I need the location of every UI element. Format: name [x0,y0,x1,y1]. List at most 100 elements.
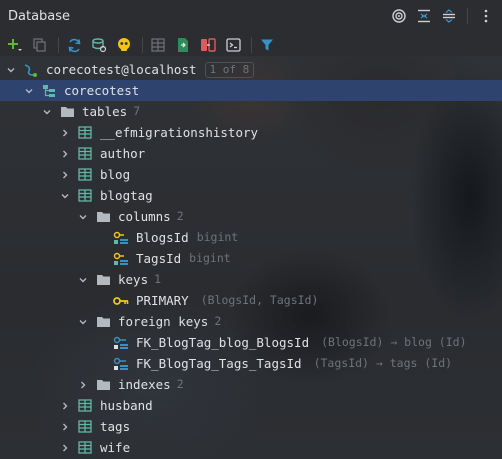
tree-row-fk-blog[interactable]: FK_BlogTag_blog_BlogsId (BlogsId) → blog… [0,332,502,353]
tree-row-table-husband[interactable]: husband [0,395,502,416]
tree-row-key-primary[interactable]: PRIMARY (BlogsId, TagsId) [0,290,502,311]
primary-key-icon [113,293,129,309]
connection-schemas-badge[interactable]: 1 of 8 [204,61,255,78]
foreign-keys-count: 2 [214,314,222,328]
column-type: bigint [196,230,239,244]
target-icon[interactable] [389,6,409,26]
tree-row-table-tags[interactable]: tags [0,416,502,437]
tree-row-database[interactable]: corecotest [0,80,502,101]
foreign-key-reference: (BlogsId) → blog (Id) [321,335,467,349]
schema-icon[interactable] [88,34,110,56]
chevron-down-icon[interactable] [77,211,89,223]
table-icon [77,398,93,414]
indexes-count: 2 [176,377,184,391]
chevron-right-icon[interactable] [59,400,71,412]
tree-row-fk-tags[interactable]: FK_BlogTag_Tags_TagsId (TagsId) → tags (… [0,353,502,374]
tree-row-column-blogsid[interactable]: BlogsId bigint [0,227,502,248]
column-label: BlogsId [136,230,189,245]
panel-header: Database [0,0,502,32]
foreign-key-icon [113,356,129,372]
tree-row-columns-folder[interactable]: columns 2 [0,206,502,227]
collapse-all-icon[interactable] [414,6,434,26]
foreign-key-icon [113,335,129,351]
table-icon [77,146,93,162]
key-columns: (BlogsId, TagsId) [200,293,319,307]
filter-icon[interactable] [256,34,278,56]
columns-folder-label: columns [118,209,171,224]
compare-icon[interactable] [197,34,219,56]
chevron-down-icon[interactable] [77,274,89,286]
table-label: __efmigrationshistory [100,125,259,140]
folder-icon [59,104,75,120]
table-icon [77,188,93,204]
keys-folder-label: keys [118,272,149,287]
folder-icon [95,377,111,393]
chevron-down-icon[interactable] [77,316,89,328]
chevron-down-icon[interactable] [41,106,53,118]
chevron-down-icon[interactable] [59,190,71,202]
table-icon [77,167,93,183]
key-column-icon [113,230,129,246]
tree-row-keys-folder[interactable]: keys 1 [0,269,502,290]
key-label: PRIMARY [136,293,189,308]
keys-count: 1 [154,272,162,286]
table-label: wife [100,440,131,455]
terminal-icon[interactable] [222,34,244,56]
tree-row-table-author[interactable]: author [0,143,502,164]
header-actions [389,6,496,26]
folder-icon [95,272,111,288]
tables-folder-label: tables [82,104,128,119]
table-label: husband [100,398,153,413]
jump-to-editor-icon[interactable] [172,34,194,56]
tree-row-table-efmigrationshistory[interactable]: __efmigrationshistory [0,122,502,143]
tree-row-table-wife[interactable]: wife [0,437,502,458]
tree-row-tables-folder[interactable]: tables 7 [0,101,502,122]
table-label: blog [100,167,131,182]
folder-icon [95,209,111,225]
tree-row-indexes-folder[interactable]: indexes 2 [0,374,502,395]
database-label: corecotest [64,83,140,98]
foreign-key-label: FK_BlogTag_Tags_TagsId [136,356,302,371]
tree-row-foreign-keys-folder[interactable]: foreign keys 2 [0,311,502,332]
column-type: bigint [189,251,231,265]
chevron-right-icon[interactable] [59,442,71,454]
table-label: author [100,146,146,161]
table-label: blogtag [100,188,153,203]
more-vertical-icon[interactable] [476,6,496,26]
chevron-down-icon[interactable] [23,85,35,97]
table-view-icon[interactable] [147,34,169,56]
database-tree: corecotest@localhost 1 of 8 corecotest t… [0,59,502,458]
tree-row-table-blogtag[interactable]: blogtag [0,185,502,206]
tree-row-table-blog[interactable]: blog [0,164,502,185]
chevron-right-icon[interactable] [59,148,71,160]
toolbar [0,32,502,58]
columns-count: 2 [176,209,184,223]
tree-row-column-tagsid[interactable]: TagsId bigint [0,248,502,269]
table-icon [77,419,93,435]
console-icon[interactable] [113,34,135,56]
add-icon[interactable] [4,34,26,56]
tree-row-connection[interactable]: corecotest@localhost 1 of 8 [0,59,502,80]
indexes-folder-label: indexes [118,377,171,392]
column-label: TagsId [136,251,182,266]
chevron-right-icon[interactable] [59,421,71,433]
datasource-connection-icon [23,62,39,78]
panel-title: Database [8,8,71,24]
chevron-right-icon[interactable] [59,169,71,181]
tables-count: 7 [133,104,141,118]
table-label: tags [100,419,131,434]
chevron-down-icon[interactable] [5,64,17,76]
foreign-keys-folder-label: foreign keys [118,314,209,329]
chevron-right-icon[interactable] [77,379,89,391]
connection-label: corecotest@localhost [46,62,197,77]
folder-icon [95,314,111,330]
schema-tree-icon [41,83,57,99]
foreign-key-reference: (TagsId) → tags (Id) [313,356,453,370]
table-icon [77,440,93,456]
foreign-key-label: FK_BlogTag_blog_BlogsId [136,335,310,350]
chevron-right-icon[interactable] [59,127,71,139]
table-icon [77,125,93,141]
expand-all-icon[interactable] [439,6,459,26]
duplicate-icon[interactable] [29,34,51,56]
refresh-icon[interactable] [63,34,85,56]
